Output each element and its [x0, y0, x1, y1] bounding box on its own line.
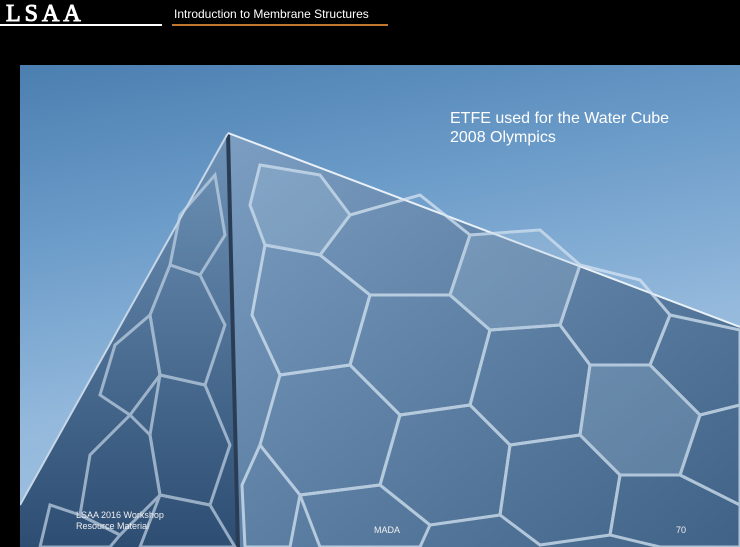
lsaa-logo: LSAA	[6, 1, 85, 27]
caption-line-2: 2008 Olympics	[450, 129, 556, 146]
slide-title: Introduction to Membrane Structures	[174, 7, 369, 21]
water-cube-photo: ETFE used for the Water Cube 2008 Olympi…	[20, 65, 740, 547]
caption-line-1: ETFE used for the Water Cube	[450, 110, 670, 127]
slide-footer: LSAA 2016 Workshop Resource Material MAD…	[20, 487, 740, 547]
footer-source-line-2: Resource Material	[76, 521, 150, 531]
page-number: 70	[676, 525, 687, 535]
slide-header: LSAA Introduction to Membrane Structures	[0, 0, 740, 65]
title-underline	[172, 24, 388, 26]
logo-underline	[0, 24, 162, 26]
footer-organization: MADA	[374, 525, 401, 535]
footer-source-line-1: LSAA 2016 Workshop	[76, 510, 164, 520]
photo-caption: ETFE used for the Water Cube 2008 Olympi…	[450, 109, 730, 147]
logo-text: LSAA	[6, 1, 85, 27]
footer-source: LSAA 2016 Workshop Resource Material	[76, 510, 164, 532]
